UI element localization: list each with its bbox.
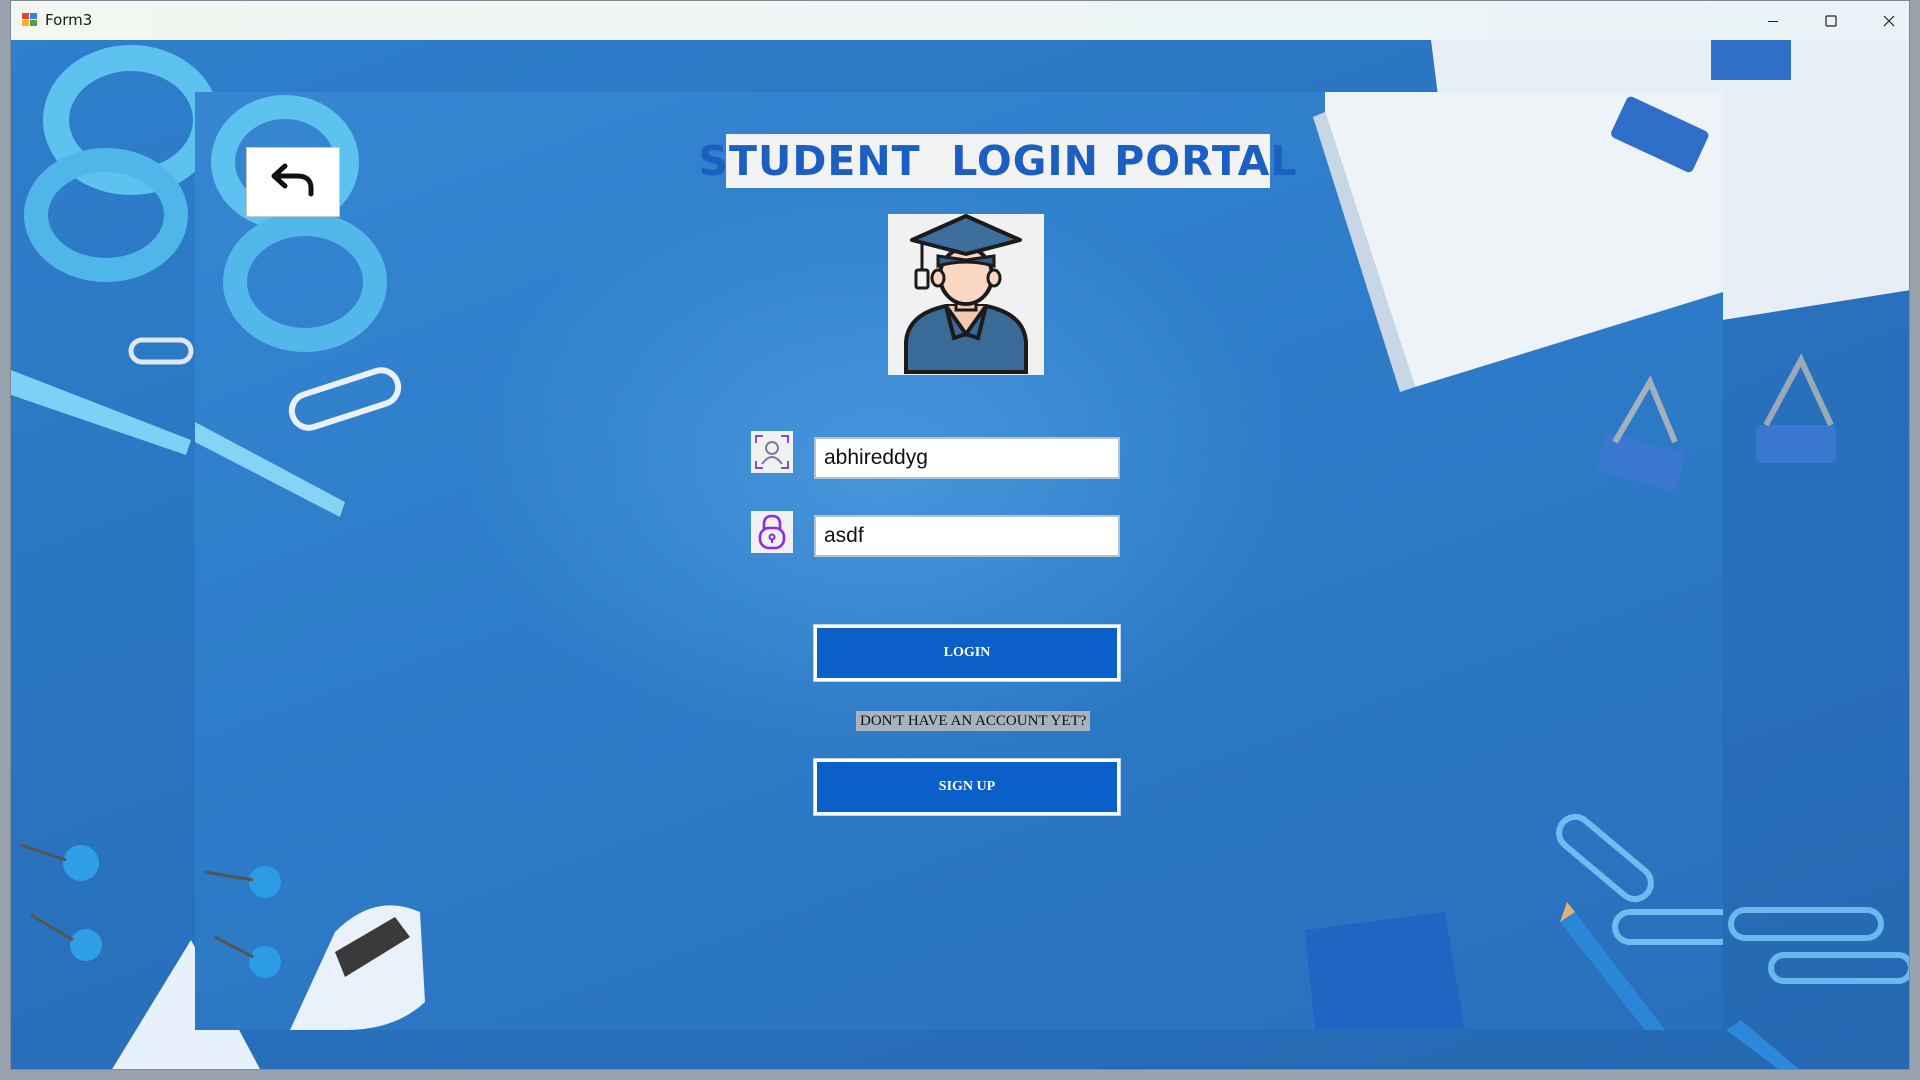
user-icon [751, 431, 793, 473]
back-button[interactable] [246, 147, 340, 217]
window-title: Form3 [45, 11, 93, 29]
username-field[interactable] [814, 437, 1120, 479]
page-title: STUDENT LOGIN PORTAL [699, 134, 1296, 188]
maximize-button[interactable] [1802, 1, 1860, 40]
account-prompt-label: DON'T HAVE AN ACCOUNT YET? [856, 711, 1091, 731]
title-bar[interactable]: Form3 [11, 1, 1909, 40]
lock-icon [751, 511, 793, 553]
close-button[interactable] [1860, 1, 1909, 40]
login-panel: STUDENT LOGIN PORTAL abhireddyg asdf LOG… [195, 92, 1723, 1030]
app-icon [22, 12, 38, 28]
graduate-student-icon [888, 214, 1044, 375]
password-field[interactable] [814, 515, 1120, 557]
maximize-icon [1825, 14, 1837, 27]
signup-button[interactable]: SIGN UP [813, 758, 1121, 816]
minimize-icon [1767, 15, 1779, 27]
minimize-button[interactable] [1744, 1, 1802, 40]
app-window: Form3 STUDENT LOGIN PORTAL abhireddyg as… [10, 0, 1910, 1070]
form-client-area: STUDENT LOGIN PORTAL abhireddyg asdf LOG… [11, 40, 1909, 1069]
undo-arrow-icon [271, 162, 315, 203]
close-icon [1883, 15, 1895, 27]
login-button[interactable]: LOGIN [813, 624, 1121, 682]
